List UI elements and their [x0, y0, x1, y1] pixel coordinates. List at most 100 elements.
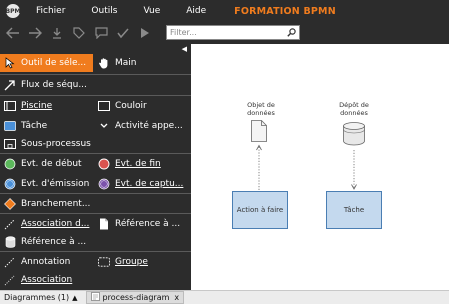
palette-item-label: Branchement...: [21, 199, 91, 209]
palette-item-label: Sous-processus: [21, 139, 91, 149]
palette-item-sequence-flow[interactable]: Flux de séqu...: [4, 76, 191, 94]
toolbar: [0, 22, 449, 44]
data-object-icon: [98, 218, 110, 230]
menu-vue[interactable]: Vue: [143, 6, 160, 16]
palette-item-pool[interactable]: Piscine: [4, 97, 94, 115]
group-icon: [98, 256, 110, 268]
palette-item-label: Evt. de début: [21, 159, 82, 169]
filter-box: [166, 25, 300, 40]
palette-row-10: Référence à ...: [0, 233, 191, 251]
task-tache[interactable]: Tâche: [326, 191, 382, 229]
download-icon[interactable]: [48, 24, 66, 42]
catch-event-icon: [98, 178, 110, 190]
menu-outils[interactable]: Outils: [91, 6, 117, 16]
palette-row-7: Evt. d'émission Evt. de captu...: [0, 175, 191, 193]
document-icon: [90, 292, 100, 303]
menu-fichier[interactable]: Fichier: [36, 6, 65, 16]
document-tab-label: process-diagram: [102, 293, 170, 302]
document-tab[interactable]: process-diagram x: [85, 291, 185, 304]
palette-item-data-association[interactable]: Association d...: [4, 215, 94, 233]
association-lines: [256, 144, 357, 190]
annotation-icon: [4, 256, 16, 268]
tag-icon[interactable]: [70, 24, 88, 42]
diagrams-tab-label: Diagrammes (1): [4, 293, 70, 302]
palette-item-label: Annotation: [21, 257, 71, 267]
lane-icon: [98, 100, 110, 112]
task-icon: [4, 120, 16, 132]
menu-aide[interactable]: Aide: [186, 6, 206, 16]
palette-row-9: Association d... Référence à ...: [0, 215, 191, 233]
palette-item-label: Couloir: [115, 101, 147, 111]
palette-row-8: Branchement...: [0, 195, 191, 213]
hand-icon: [98, 57, 110, 69]
palette-divider: [0, 251, 191, 252]
palette-item-label: Référence à ...: [115, 219, 181, 229]
palette-item-label: Référence à ...: [21, 237, 87, 247]
palette-item-call-activity[interactable]: Activité appe...: [98, 117, 191, 135]
palette-item-start-event[interactable]: Evt. de début: [4, 155, 94, 173]
palette-row-3: Piscine Couloir: [0, 97, 191, 115]
palette-item-select[interactable]: Outil de séle...: [0, 54, 93, 72]
palette-item-data-store-ref[interactable]: Référence à ...: [4, 233, 191, 251]
palette-divider: [0, 153, 191, 154]
palette-item-label: Flux de séqu...: [21, 80, 87, 90]
palette-divider: [0, 74, 191, 75]
palette-item-throw-event[interactable]: Evt. d'émission: [4, 175, 94, 193]
search-icon[interactable]: [285, 26, 297, 39]
palette-item-end-event[interactable]: Evt. de fin: [98, 155, 191, 173]
palette-item-task[interactable]: Tâche: [4, 117, 94, 135]
palette-item-group[interactable]: Groupe: [98, 253, 191, 271]
palette-item-annotation[interactable]: Annotation: [4, 253, 94, 271]
palette-divider: [0, 193, 191, 194]
palette-item-label: Evt. d'émission: [21, 179, 90, 189]
comment-icon[interactable]: [92, 24, 110, 42]
task-action-a-faire[interactable]: Action à faire: [232, 191, 288, 229]
call-activity-icon: [98, 120, 110, 132]
palette-row-1: Outil de séle... Main: [0, 54, 191, 72]
palette-item-label: Association d...: [21, 219, 90, 229]
forward-arrow-icon[interactable]: [26, 24, 44, 42]
palette-item-label: Activité appe...: [115, 121, 183, 131]
palette-item-main[interactable]: Main: [98, 54, 191, 72]
task-label: Tâche: [343, 206, 365, 214]
palette-item-label: Groupe: [115, 257, 148, 267]
palette-item-label: Evt. de fin: [115, 159, 161, 169]
palette-item-label: Tâche: [21, 121, 48, 131]
status-bar: Diagrammes (1) ▲ process-diagram x: [0, 290, 449, 304]
palette-item-association[interactable]: Association: [4, 271, 191, 289]
palette-row-2: Flux de séqu...: [0, 76, 191, 94]
end-event-icon: [98, 158, 110, 170]
palette-divider: [0, 95, 191, 96]
palette-row-6: Evt. de début Evt. de fin: [0, 155, 191, 173]
app-logo[interactable]: BPM: [6, 4, 20, 18]
association-icon: [4, 274, 16, 286]
palette-item-subprocess[interactable]: Sous-processus: [4, 135, 191, 153]
menu-bar: BPM Fichier Outils Vue Aide FORMATION BP…: [0, 0, 449, 22]
palette-row-11: Annotation Groupe: [0, 253, 191, 271]
palette-item-label: Main: [115, 58, 137, 68]
close-tab-icon[interactable]: x: [174, 293, 179, 302]
play-icon[interactable]: [136, 24, 154, 42]
collapse-arrow-icon[interactable]: ◀: [182, 45, 187, 53]
palette-item-catch-event[interactable]: Evt. de captu...: [98, 175, 191, 193]
palette: ◀ Outil de séle... Main Flux de séqu...: [0, 44, 191, 290]
check-icon[interactable]: [114, 24, 132, 42]
filter-input[interactable]: [167, 26, 285, 39]
start-event-icon: [4, 158, 16, 170]
palette-divider: [0, 213, 191, 214]
diagram-canvas[interactable]: Objet de données Dépôt de données Action…: [191, 44, 449, 290]
task-label: Action à faire: [236, 206, 284, 214]
cursor-arrow-icon: [4, 57, 16, 69]
pool-icon: [4, 100, 16, 112]
sequence-arrow-icon: [4, 79, 16, 91]
app-title: FORMATION BPMN: [234, 5, 336, 17]
back-arrow-icon[interactable]: [4, 24, 22, 42]
palette-item-label: Piscine: [21, 101, 53, 111]
palette-item-gateway[interactable]: Branchement...: [4, 195, 191, 213]
subprocess-icon: [4, 138, 16, 150]
diagrams-tab[interactable]: Diagrammes (1) ▲: [4, 293, 78, 302]
palette-item-label: Association: [21, 275, 73, 285]
palette-item-lane[interactable]: Couloir: [98, 97, 191, 115]
palette-row-4: Tâche Activité appe...: [0, 117, 191, 135]
palette-item-data-object-ref[interactable]: Référence à ...: [98, 215, 191, 233]
